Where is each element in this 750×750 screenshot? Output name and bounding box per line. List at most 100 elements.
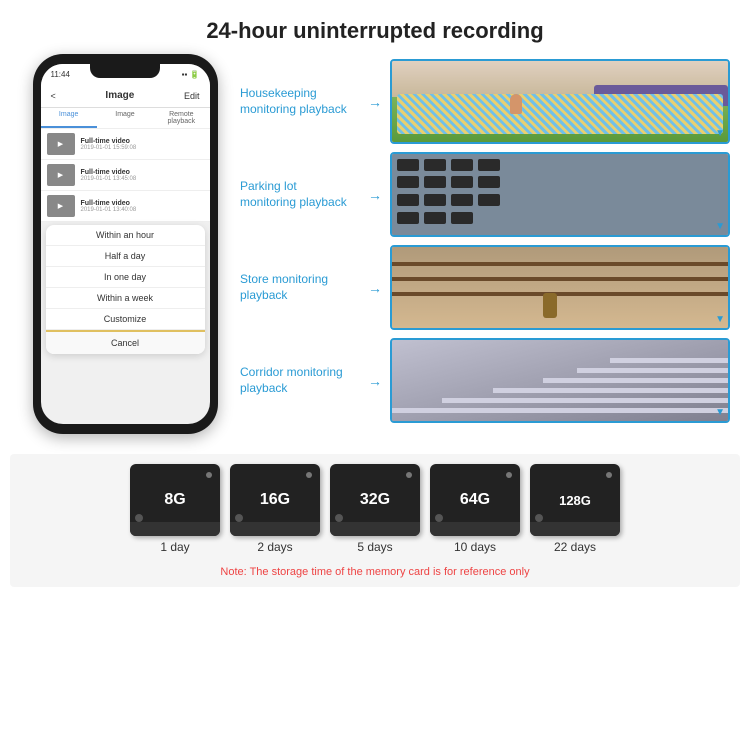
phone-dropdown-menu: Within an hour Half a day In one day Wit…: [46, 225, 205, 354]
dropdown-item-week[interactable]: Within a week: [46, 288, 205, 309]
video-info-1: Full-time video 2019-01-01 15:59:08: [81, 138, 204, 151]
car-2: [424, 159, 446, 171]
cam-housekeeping: [392, 61, 728, 142]
car-8: [478, 176, 500, 188]
main-content: 11:44 ▪▪ 🔋 < Image Edit Image Image Remo…: [0, 54, 750, 434]
monitoring-img-store: ▼: [390, 245, 730, 330]
car-5: [397, 176, 419, 188]
video-item-2[interactable]: ▶ Full-time video 2019-01-01 13:45:08: [41, 160, 210, 191]
sd-label-64g: 64G: [460, 491, 490, 509]
monitoring-container: Housekeepingmonitoring playback → ▼ Park…: [240, 54, 730, 434]
sd-card-16g-wrapper: 16G 2 days: [230, 464, 320, 554]
monitoring-img-corridor: ▼: [390, 338, 730, 423]
car-4: [478, 159, 500, 171]
monitoring-item-corridor: Corridor monitoringplayback → ▼: [240, 338, 730, 423]
phone-nav-title: Image: [105, 90, 134, 101]
video-thumb-3: ▶: [47, 195, 75, 217]
video-thumb-1: ▶: [47, 133, 75, 155]
video-date-2: 2019-01-01 13:45:08: [81, 176, 204, 182]
stair-6: [610, 358, 728, 363]
car-3: [451, 159, 473, 171]
shelf-bg: [392, 247, 728, 328]
phone-edit[interactable]: Edit: [184, 91, 200, 101]
monitoring-label-store: Store monitoringplayback: [240, 272, 360, 303]
video-date-1: 2019-01-01 15:59:08: [81, 145, 204, 151]
monitoring-img-parking: ▼: [390, 152, 730, 237]
arrow-corridor: →: [368, 373, 382, 389]
sd-label-8g: 8G: [164, 491, 185, 509]
phone-back[interactable]: <: [51, 91, 56, 101]
sd-dot-64g: [506, 472, 512, 478]
cam-store: [392, 247, 728, 328]
tab-remote[interactable]: Remote playback: [153, 108, 209, 128]
phone-tabs: Image Image Remote playback: [41, 108, 210, 129]
sd-card-64g-wrapper: 64G 10 days: [430, 464, 520, 554]
video-title-2: Full-time video: [81, 169, 204, 176]
sd-card-128g: 128G: [530, 464, 620, 536]
dropdown-cancel[interactable]: Cancel: [46, 330, 205, 354]
video-info-2: Full-time video 2019-01-01 13:45:08: [81, 169, 204, 182]
sd-label-16g: 16G: [260, 491, 290, 509]
arrow-housekeeping: →: [368, 94, 382, 110]
video-title-3: Full-time video: [81, 200, 204, 207]
sd-dot-16g: [306, 472, 312, 478]
sd-card-64g: 64G: [430, 464, 520, 536]
sd-card-32g-wrapper: 32G 5 days: [330, 464, 420, 554]
car-13: [397, 212, 419, 224]
car-10: [424, 194, 446, 206]
sd-dot-32g: [406, 472, 412, 478]
video-title-1: Full-time video: [81, 138, 204, 145]
sd-card-16g: 16G: [230, 464, 320, 536]
monitoring-item-store: Store monitoringplayback → ▼: [240, 245, 730, 330]
phone-screen: 11:44 ▪▪ 🔋 < Image Edit Image Image Remo…: [41, 64, 210, 424]
child: [510, 94, 522, 114]
car-15: [451, 212, 473, 224]
tab-image[interactable]: Image: [41, 108, 97, 128]
video-info-3: Full-time video 2019-01-01 13:40:08: [81, 200, 204, 213]
stair-1: [392, 408, 728, 413]
sd-dot-128g: [606, 472, 612, 478]
storage-note: Note: The storage time of the memory car…: [220, 562, 529, 582]
page-title: 24-hour uninterrupted recording: [0, 0, 750, 54]
store-person: [543, 293, 557, 318]
monitoring-item-parking: Parking lotmonitoring playback →: [240, 152, 730, 237]
dropdown-item-half-day[interactable]: Half a day: [46, 246, 205, 267]
phone-time: 11:44: [51, 70, 70, 79]
carpet: [397, 94, 723, 134]
days-label-32g: 5 days: [357, 540, 392, 554]
stair-2: [442, 398, 728, 403]
video-item-3[interactable]: ▶ Full-time video 2019-01-01 13:40:08: [41, 191, 210, 222]
shelf-1: [392, 262, 728, 266]
car-12: [478, 194, 500, 206]
storage-section: 8G 1 day 16G 2 days 32G 5 days 64G: [10, 454, 740, 587]
sd-label-128g: 128G: [559, 493, 591, 508]
phone-mockup: 11:44 ▪▪ 🔋 < Image Edit Image Image Remo…: [20, 54, 230, 434]
sd-dot-8g: [206, 472, 212, 478]
sd-card-8g: 8G: [130, 464, 220, 536]
arrow-parking: →: [368, 187, 382, 203]
days-label-128g: 22 days: [554, 540, 596, 554]
corner-arrow-parking: ▼: [715, 221, 725, 232]
corner-arrow-store: ▼: [715, 314, 725, 325]
phone-nav-bar: < Image Edit: [41, 84, 210, 108]
tab-image2[interactable]: Image: [97, 108, 153, 128]
days-label-16g: 2 days: [257, 540, 292, 554]
stair-3: [493, 388, 728, 393]
dropdown-item-one-day[interactable]: In one day: [46, 267, 205, 288]
monitoring-label-parking: Parking lotmonitoring playback: [240, 179, 360, 210]
car-9: [397, 194, 419, 206]
stair-5: [577, 368, 728, 373]
sd-card-32g: 32G: [330, 464, 420, 536]
dropdown-item-customize[interactable]: Customize: [46, 309, 205, 330]
corner-arrow-corridor: ▼: [715, 407, 725, 418]
phone-video-list: ▶ Full-time video 2019-01-01 15:59:08 ▶ …: [41, 129, 210, 222]
monitoring-label-corridor: Corridor monitoringplayback: [240, 365, 360, 396]
phone-outer: 11:44 ▪▪ 🔋 < Image Edit Image Image Remo…: [33, 54, 218, 434]
sd-card-128g-wrapper: 128G 22 days: [530, 464, 620, 554]
video-thumb-2: ▶: [47, 164, 75, 186]
monitoring-img-housekeeping: ▼: [390, 59, 730, 144]
cam-corridor: [392, 340, 728, 421]
dropdown-item-within-hour[interactable]: Within an hour: [46, 225, 205, 246]
video-item-1[interactable]: ▶ Full-time video 2019-01-01 15:59:08: [41, 129, 210, 160]
sd-label-32g: 32G: [360, 491, 390, 509]
